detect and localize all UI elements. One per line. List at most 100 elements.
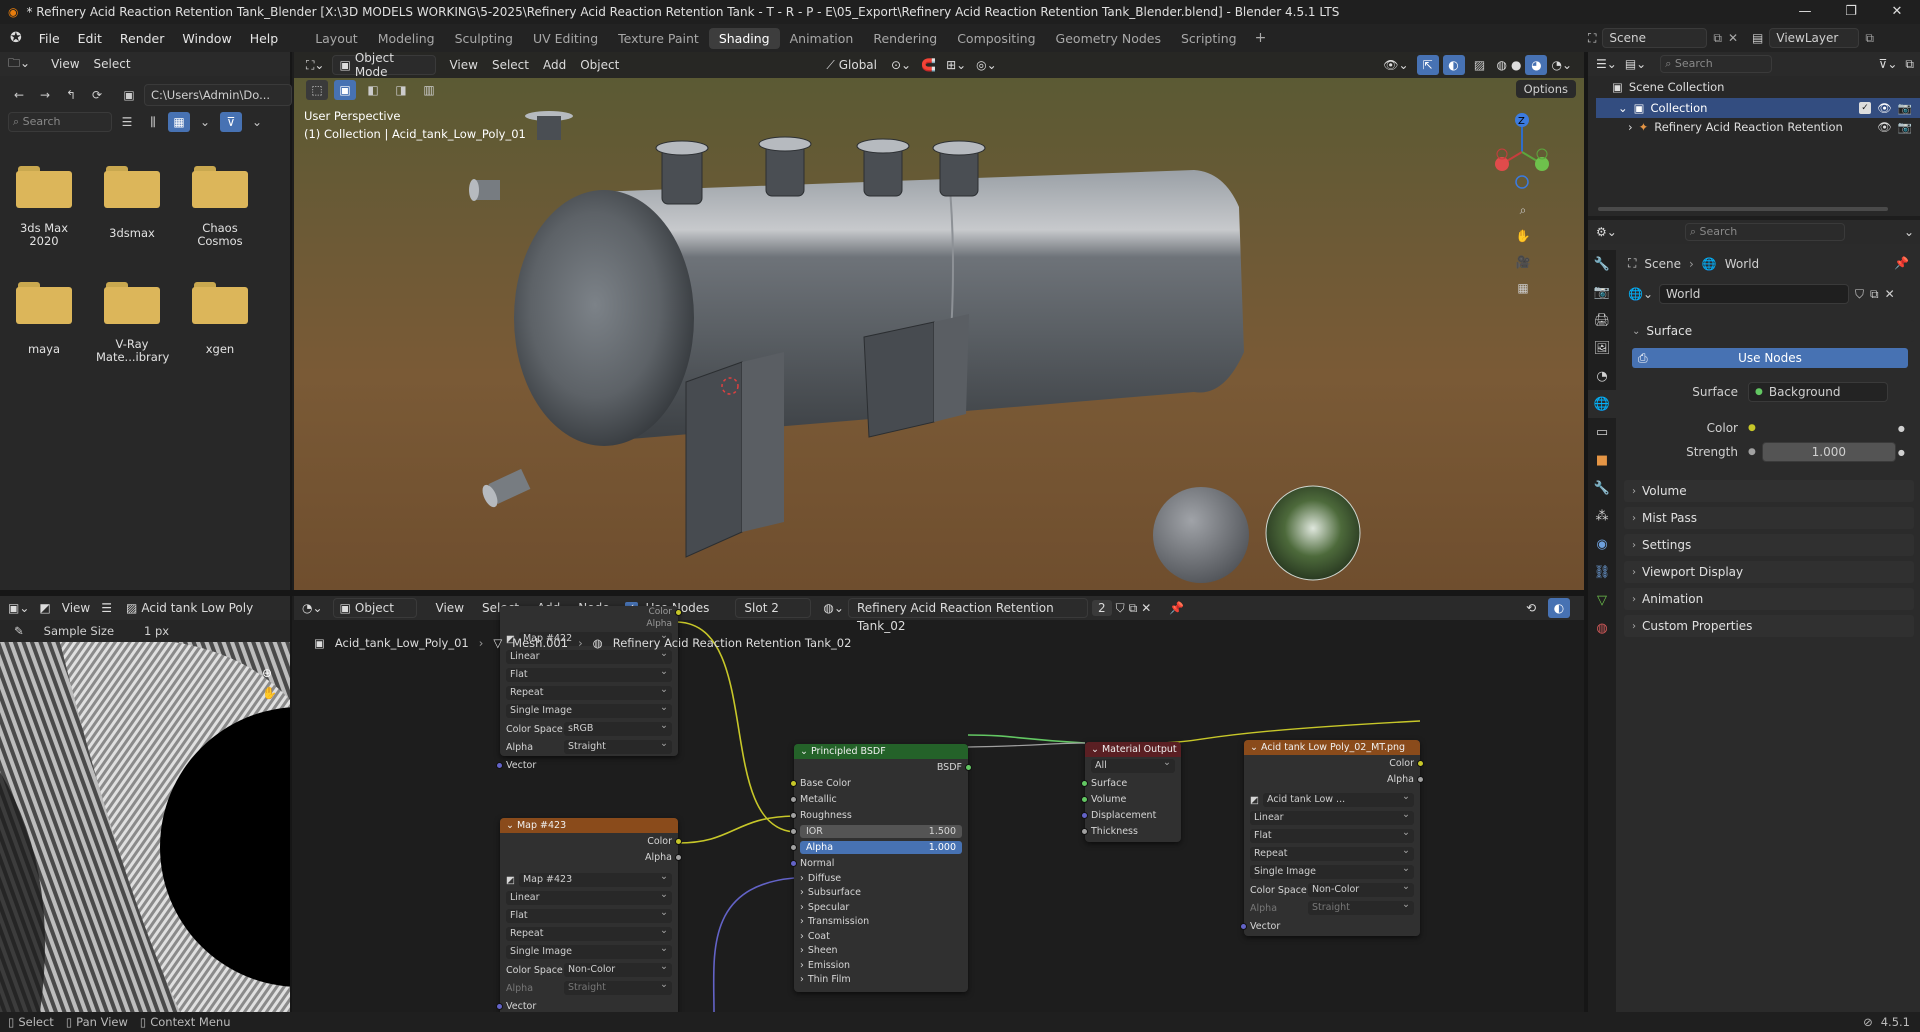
expand-icon[interactable]: ›	[800, 960, 804, 971]
expand-icon[interactable]: ›	[800, 887, 804, 898]
menu-window[interactable]: Window	[173, 31, 240, 46]
tab-scripting[interactable]: Scripting	[1171, 28, 1247, 49]
viewlayer-selector[interactable]: ViewLayer	[1769, 28, 1860, 48]
camera-icon[interactable]: 📷	[1898, 120, 1912, 134]
node-color-space[interactable]: Non-Color	[1308, 880, 1414, 897]
strength-field[interactable]: 1.000	[1761, 442, 1896, 462]
node-header[interactable]: ⌄ Material Output	[1085, 742, 1181, 757]
node-projection[interactable]: Flat	[506, 665, 672, 682]
material-tab-icon[interactable]: ◍	[1588, 614, 1616, 642]
parent-dir-icon[interactable]: ↰	[60, 85, 82, 105]
node-panel-coat[interactable]: Coat	[808, 931, 830, 942]
collection-tab-icon[interactable]: ▭	[1588, 418, 1616, 446]
exclude-checkbox[interactable]: ✓	[1859, 102, 1872, 114]
tab-uv-editing[interactable]: UV Editing	[523, 28, 608, 49]
node-alpha-mode[interactable]: Straight	[1308, 898, 1414, 915]
node-image-field[interactable]: Map #423	[518, 870, 672, 887]
expand-icon[interactable]: ›	[800, 916, 804, 927]
eye-icon[interactable]: 👁	[1877, 101, 1892, 115]
ior-slider[interactable]: IOR 1.500	[800, 824, 962, 838]
node-color-space[interactable]: Non-Color	[564, 960, 672, 977]
modifier-tab-icon[interactable]: 🔧	[1588, 474, 1616, 502]
camera-icon[interactable]: 📷	[1898, 101, 1912, 115]
navigation-gizmo[interactable]: Z	[1490, 110, 1554, 190]
back-icon[interactable]: ←	[8, 85, 30, 105]
tool-tab-icon[interactable]: 🔧	[1588, 250, 1616, 278]
menu-edit[interactable]: Edit	[69, 31, 111, 46]
outliner-row[interactable]: › ✦ Refinery Acid Reaction Retention 👁 📷	[1628, 120, 1920, 134]
socket-input[interactable]	[790, 860, 797, 867]
viewport-display-panel-header[interactable]: › Viewport Display	[1624, 561, 1914, 583]
forward-icon[interactable]: →	[34, 85, 56, 105]
tab-compositing[interactable]: Compositing	[947, 28, 1045, 49]
node-panel-transmission[interactable]: Transmission	[808, 916, 869, 927]
data-tab-icon[interactable]: ▽	[1588, 586, 1616, 614]
viewlayer-icon[interactable]: ▤	[1752, 31, 1763, 45]
unlink-world-icon[interactable]: ✕	[1885, 287, 1895, 301]
tab-animation[interactable]: Animation	[780, 28, 864, 49]
world-tab-icon[interactable]: 🌐	[1588, 390, 1616, 418]
ie-pan-icon[interactable]: ✋	[262, 686, 277, 700]
node-interpolation[interactable]: Linear	[506, 888, 672, 905]
tab-sculpting[interactable]: Sculpting	[445, 28, 523, 49]
image-texture-node-mt[interactable]: ⌄ Acid tank Low Poly_02_MT.png Color Alp…	[1240, 740, 1424, 936]
world-name-field[interactable]: World	[1659, 284, 1849, 304]
image-editor-panel[interactable]: ▣⌄ ◩ View ☰ ▨ Acid tank Low Poly ✎ Sampl…	[0, 596, 292, 1012]
thumbnails-icon[interactable]: ▦	[168, 112, 190, 132]
folder-item[interactable]: V-Ray Mate...ibrary	[96, 282, 169, 364]
particles-tab-icon[interactable]: ⁂	[1588, 502, 1616, 530]
keyframe-dot-icon[interactable]: ●	[1898, 448, 1905, 457]
node-image-field[interactable]: Acid tank Low ...	[1262, 790, 1414, 807]
scene-selector[interactable]: Scene	[1602, 28, 1708, 48]
use-nodes-button[interactable]: ⎙ Use Nodes	[1632, 348, 1908, 368]
fb-menu-view[interactable]: View	[44, 55, 86, 73]
close-icon[interactable]: ✕	[1874, 0, 1920, 24]
scene-tab-icon[interactable]: ◔	[1588, 362, 1616, 390]
display-mode-icon[interactable]: ▤⌄	[1625, 57, 1646, 71]
node-source[interactable]: Single Image	[506, 942, 672, 959]
custom-properties-panel-header[interactable]: › Custom Properties	[1624, 615, 1914, 637]
sample-size-value[interactable]: 1 px	[144, 624, 169, 638]
node-header[interactable]: ⌄ Acid tank Low Poly_02_MT.png	[1244, 740, 1420, 755]
tab-texture-paint[interactable]: Texture Paint	[608, 28, 709, 49]
folder-item[interactable]: 3ds Max 2020	[8, 166, 80, 248]
menu-help[interactable]: Help	[241, 31, 288, 46]
collapse-icon[interactable]: ⌄	[506, 820, 517, 831]
mist-pass-panel-header[interactable]: › Mist Pass	[1624, 507, 1914, 529]
image-mode-icon[interactable]: ◩	[39, 601, 50, 615]
socket-input[interactable]	[790, 812, 797, 819]
keyframe-dot-icon[interactable]: ●	[1898, 424, 1905, 433]
display-options-icon[interactable]: ⌄	[194, 112, 216, 132]
3d-viewport[interactable]: ⛶⌄ ▣ Object Mode View Select Add Object …	[294, 52, 1584, 590]
ortho-grid-icon[interactable]: ▦	[1512, 278, 1534, 298]
socket-input[interactable]	[1081, 780, 1088, 787]
fb-search-input[interactable]: ⌕ Search	[8, 112, 112, 132]
new-collection-icon[interactable]: ⧉	[1905, 57, 1914, 72]
folder-item[interactable]: 3dsmax	[96, 166, 168, 240]
socket-output[interactable]	[965, 764, 972, 771]
view-layer-tab-icon[interactable]: 🖼	[1588, 334, 1616, 362]
output-target-select[interactable]: All	[1091, 756, 1175, 773]
tab-layout[interactable]: Layout	[305, 28, 368, 49]
minimize-icon[interactable]: —	[1782, 0, 1828, 24]
socket-input[interactable]	[1081, 828, 1088, 835]
socket-output[interactable]	[1417, 760, 1424, 767]
socket-input[interactable]	[496, 1003, 503, 1010]
filter-icon[interactable]: ⊽⌄	[1879, 57, 1898, 71]
node-panel-subsurface[interactable]: Subsurface	[808, 887, 861, 898]
outliner-scrollbar[interactable]	[1598, 207, 1888, 211]
expand-icon[interactable]: ⌄	[1618, 101, 1628, 115]
node-extension[interactable]: Repeat	[1250, 844, 1414, 861]
socket-input[interactable]	[1081, 796, 1088, 803]
animation-panel-header[interactable]: › Animation	[1624, 588, 1914, 610]
options-chevron-icon[interactable]: ⌄	[1904, 225, 1914, 239]
folder-item[interactable]: xgen	[184, 282, 256, 356]
fake-user-icon[interactable]: ⛉	[1855, 287, 1864, 302]
ie-menu-view[interactable]: View	[55, 599, 97, 617]
editor-type-icon[interactable]: ▣⌄	[8, 601, 29, 615]
refresh-icon[interactable]: ⟳	[86, 85, 108, 105]
node-panel-emission[interactable]: Emission	[808, 960, 850, 971]
tab-geometry-nodes[interactable]: Geometry Nodes	[1046, 28, 1171, 49]
expand-icon[interactable]: ›	[800, 974, 804, 985]
editor-type-icon[interactable]: ⚙⌄	[1596, 225, 1617, 239]
